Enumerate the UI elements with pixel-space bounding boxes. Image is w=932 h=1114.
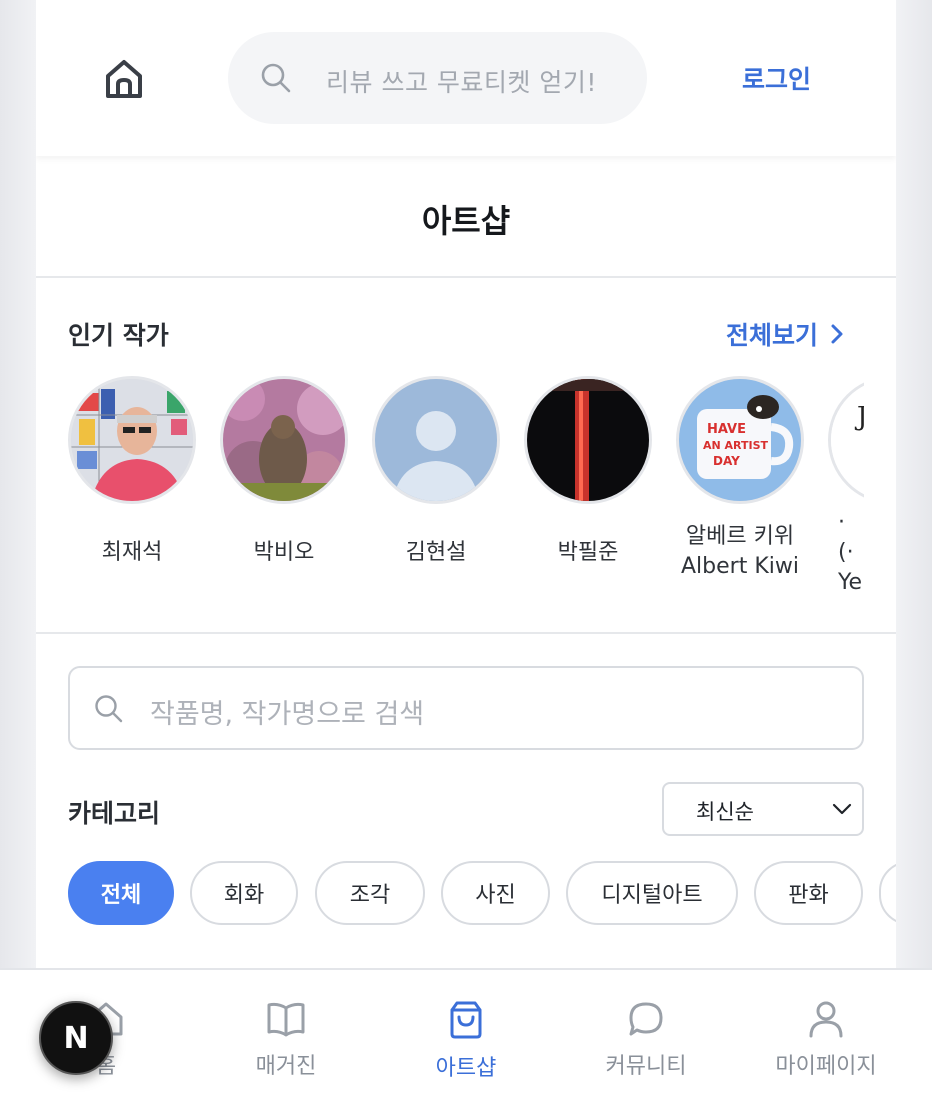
artist-avatar: [68, 376, 196, 504]
top-header: 리뷰 쓰고 무료티켓 얻기! 로그인: [36, 0, 896, 156]
artist-avatar: J: [828, 376, 864, 504]
nav-community[interactable]: 커뮤니티: [576, 1000, 716, 1080]
svg-text:HAVE: HAVE: [707, 422, 746, 437]
artist-name-line: Ye: [838, 570, 863, 595]
artwork-search-input[interactable]: 작품명, 작가명으로 검색: [68, 666, 864, 750]
category-chip-digital-art[interactable]: 디지털아트: [566, 861, 738, 925]
chevron-down-icon: [832, 803, 852, 815]
category-chip-sculpture[interactable]: 조각: [315, 861, 425, 925]
page-title-bar: 아트샵: [36, 162, 896, 278]
review-search-placeholder: 리뷰 쓰고 무료티켓 얻기!: [326, 68, 597, 97]
left-backdrop: [0, 0, 36, 1114]
category-chip-painting[interactable]: 회화: [190, 861, 298, 925]
default-avatar-icon: [372, 376, 500, 504]
nav-community-label: 커뮤니티: [605, 1054, 687, 1079]
artist-card[interactable]: 김현설: [372, 376, 500, 568]
category-title: 카테고리: [68, 799, 161, 828]
search-icon: [95, 695, 123, 723]
bottom-navigation: 홈 매거진 아트샵 커뮤니티 마이페이지: [0, 968, 932, 1114]
page-title: 아트샵: [421, 202, 511, 240]
svg-text:DAY: DAY: [713, 454, 740, 468]
category-chip-more[interactable]: [879, 861, 896, 925]
artist-name: 박필준: [557, 540, 619, 565]
right-backdrop: [896, 0, 932, 1114]
artist-card[interactable]: 박비오: [220, 376, 348, 568]
artist-avatar: [220, 376, 348, 504]
artist-card[interactable]: HAVE AN ARTIST DAY 알베르 키위 Albert Kiwi: [676, 376, 804, 582]
nav-artshop[interactable]: 아트샵: [396, 1000, 536, 1082]
artist-name: 김현설: [405, 540, 467, 565]
artist-card[interactable]: J · (· Ye: [828, 376, 864, 598]
artist-name-line: Albert Kiwi: [681, 554, 799, 579]
popular-artists-title: 인기 작가: [68, 321, 169, 350]
artist-name-line: ·: [838, 510, 845, 535]
artist-name-line: 알베르 키위: [685, 524, 795, 549]
section-divider: [36, 632, 896, 634]
artist-name: 알베르 키위 Albert Kiwi: [676, 522, 804, 582]
artist-name: · (· Ye: [828, 508, 864, 598]
see-all-link[interactable]: 전체보기: [726, 316, 844, 352]
nav-mypage[interactable]: 마이페이지: [756, 1000, 896, 1080]
nav-artshop-label: 아트샵: [435, 1056, 497, 1081]
chat-bubble-icon: [629, 1002, 663, 1036]
sort-selected-value: 최신순: [696, 800, 754, 824]
artist-name: 최재석: [101, 540, 163, 565]
nav-magazine[interactable]: 매거진: [216, 1000, 356, 1080]
svg-text:AN ARTIST: AN ARTIST: [703, 439, 769, 452]
nav-magazine-label: 매거진: [255, 1054, 317, 1079]
artist-avatar: HAVE AN ARTIST DAY: [676, 376, 804, 504]
chevron-right-icon: [831, 324, 843, 344]
floating-n-badge[interactable]: N: [39, 1001, 113, 1075]
sort-dropdown[interactable]: 최신순: [662, 782, 864, 836]
home-button[interactable]: [104, 58, 144, 100]
category-chip-photo[interactable]: 사진: [441, 861, 550, 925]
book-icon: [267, 1002, 305, 1037]
shopping-bag-icon: [450, 1001, 482, 1039]
artist-avatar: [524, 376, 652, 504]
category-chips: 전체 회화 조각 사진 디지털아트 판화: [68, 861, 896, 927]
login-button[interactable]: 로그인: [742, 60, 811, 96]
nav-mypage-label: 마이페이지: [775, 1054, 877, 1079]
artist-name-line: (·: [838, 540, 854, 565]
artist-card[interactable]: 박필준: [524, 376, 652, 568]
home-icon: [106, 60, 142, 98]
category-chip-all[interactable]: 전체: [68, 861, 174, 925]
review-search-bar[interactable]: 리뷰 쓰고 무료티켓 얻기!: [228, 32, 647, 124]
user-icon: [809, 1001, 843, 1038]
artwork-search-placeholder: 작품명, 작가명으로 검색: [150, 699, 425, 730]
see-all-label: 전체보기: [726, 321, 819, 350]
app-container: 리뷰 쓰고 무료티켓 얻기! 로그인 아트샵 인기 작가 전체보기 최재석 박비…: [36, 0, 896, 1114]
search-icon: [261, 63, 291, 93]
artist-name: 박비오: [253, 540, 315, 565]
artist-card[interactable]: 최재석: [68, 376, 196, 568]
popular-artists-row: 최재석 박비오 김현설 박필준 HAVE AN ARTIST DAY 알베르 키…: [68, 376, 864, 602]
category-chip-print[interactable]: 판화: [754, 861, 863, 925]
